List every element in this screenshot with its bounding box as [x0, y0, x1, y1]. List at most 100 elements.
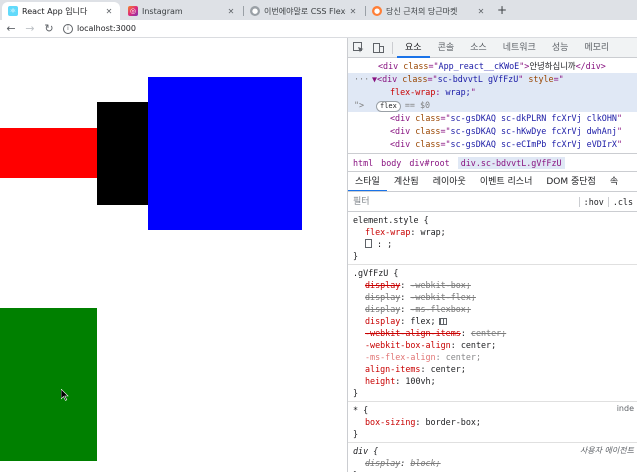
declaration-overridden[interactable]: display: -ms-flexbox; — [353, 303, 637, 315]
instagram-icon: ◎ — [128, 6, 138, 16]
tree-node[interactable]: <div class="sc-gsDKAQ sc-eCImPb fcXrVj e… — [348, 138, 637, 151]
black-box — [97, 102, 148, 205]
url-text: localhost:3000 — [77, 24, 136, 33]
styles-filter-input[interactable] — [348, 193, 579, 210]
rule-selector[interactable]: * { — [353, 404, 637, 416]
tree-node[interactable]: <div class="sc-gsDKAQ sc-hKwDye fcXrVj d… — [348, 125, 637, 138]
close-icon[interactable]: ✕ — [226, 7, 236, 16]
inline-style-value: wrap; — [445, 87, 471, 97]
prop-name: display — [365, 292, 401, 302]
prop-name: -webkit-align-items — [365, 328, 461, 338]
flex-badge[interactable]: flex — [376, 101, 401, 112]
toolbar-divider — [392, 41, 393, 54]
tab-network[interactable]: 네트워크 — [495, 38, 544, 58]
rule-universal: inde * { box-sizing: border-box; } — [348, 402, 637, 443]
declaration[interactable]: height: 100vh; — [353, 375, 637, 387]
prop-value: -ms-flexbox; — [410, 304, 471, 314]
breadcrumb-body[interactable]: body — [381, 158, 401, 168]
prop-value: 100vh; — [405, 376, 436, 386]
node-text: 안녕하십니까 — [529, 61, 576, 71]
new-tab-button[interactable]: + — [495, 3, 509, 17]
tab-properties[interactable]: 속 — [603, 172, 625, 191]
address-bar[interactable]: i localhost:3000 — [63, 21, 136, 37]
close-icon[interactable]: ✕ — [476, 7, 486, 16]
close-icon[interactable]: ✕ — [104, 7, 114, 16]
tree-node[interactable]: <div class="App_react__cKWoE">안녕하십니까</di… — [348, 60, 637, 73]
tab-title: 당신 근처의 당근마켓 — [386, 6, 458, 16]
prop-name: display — [365, 316, 401, 326]
tab-computed[interactable]: 계산됨 — [387, 172, 426, 191]
prop-name: box-sizing — [365, 417, 416, 427]
inspect-element-icon[interactable] — [348, 38, 368, 58]
forward-arrow-icon[interactable]: → — [22, 21, 38, 37]
tree-node[interactable]: <div class="sc-gsDKAQ sc-dkPLRN fcXrVj c… — [348, 112, 637, 125]
elements-tree: <div class="App_react__cKWoE">안녕하십니까</di… — [348, 58, 637, 154]
rule-close: } — [353, 388, 359, 398]
tab-dom-breakpoints[interactable]: DOM 중단점 — [539, 172, 602, 191]
info-icon[interactable]: i — [63, 23, 73, 34]
declaration[interactable]: flex-wrap: wrap; — [353, 226, 637, 238]
back-arrow-icon[interactable]: ← — [3, 21, 19, 37]
styles-pane-tabs: 스타일 계산됨 레이아웃 이벤트 리스너 DOM 중단점 속 — [348, 172, 637, 192]
tab-sources[interactable]: 소스 — [462, 38, 495, 58]
devtools-toolbar: 요소 콘솔 소스 네트워크 성능 메모리 — [348, 38, 637, 58]
declaration-inactive[interactable]: -ms-flex-align: center; — [353, 351, 637, 363]
styles-filter-bar: :hov .cls — [348, 192, 637, 212]
device-toggle-icon[interactable] — [368, 38, 388, 58]
tab-css-flex-article[interactable]: ● 이번에야말로 CSS Flex를 익혀보자 ✕ — [244, 2, 364, 20]
reload-icon[interactable]: ↻ — [41, 21, 57, 37]
prop-name: display — [365, 304, 401, 314]
attr-name: class — [403, 61, 429, 71]
declaration[interactable]: -webkit-box-align: center; — [353, 339, 637, 351]
tab-title: 이번에야말로 CSS Flex를 익혀보자 — [264, 6, 346, 16]
tab-console[interactable]: 콘솔 — [430, 38, 463, 58]
prop-value: block; — [410, 458, 441, 468]
tab-styles[interactable]: 스타일 — [348, 172, 387, 191]
prop-name: align-items — [365, 364, 421, 374]
declaration[interactable]: display: flex; — [353, 315, 637, 327]
blue-box — [148, 77, 302, 230]
prop-value: center; — [460, 340, 497, 350]
breadcrumb-selected[interactable]: div.sc-bdvvtL.gVfFzU — [457, 156, 565, 169]
declaration-overridden[interactable]: -webkit-align-items: center; — [353, 327, 637, 339]
prop-value: flex; — [410, 316, 436, 326]
tab-layout[interactable]: 레이아웃 — [426, 172, 473, 191]
tree-node-selected[interactable]: ··· ▼<div class="sc-bdvvtL gVfFzU" style=… — [348, 73, 637, 86]
declaration-overridden[interactable]: display: -webkit-box; — [353, 279, 637, 291]
new-declaration-editor[interactable]: : ; — [353, 238, 637, 250]
tab-memory[interactable]: 메모리 — [576, 38, 617, 58]
tab-instagram[interactable]: ◎ Instagram ✕ — [122, 2, 242, 20]
devtools-panel: 요소 콘솔 소스 네트워크 성능 메모리 <div class="App_rea… — [347, 38, 637, 472]
breadcrumb-html[interactable]: html — [353, 158, 373, 168]
tab-react-app[interactable]: ⚛ React App 입니다 ✕ — [2, 2, 120, 20]
rule-source-link[interactable]: inde — [617, 404, 634, 413]
tree-node-style-line: flex-wrap: wrap;" — [348, 86, 637, 99]
rule-close: } — [353, 251, 359, 261]
rule-gvffzu: .gVfFzU { display: -webkit-box; display:… — [348, 265, 637, 402]
prop-value: -webkit-box; — [410, 280, 471, 290]
declaration[interactable]: box-sizing: border-box; — [353, 416, 637, 428]
breadcrumb-root[interactable]: div#root — [409, 158, 449, 168]
tag-name: div — [382, 74, 398, 84]
attr-value: sc-gsDKAQ sc-hKwDye fcXrVj dwhAnj — [450, 126, 617, 136]
tab-performance[interactable]: 성능 — [544, 38, 577, 58]
tab-elements[interactable]: 요소 — [397, 38, 430, 58]
close-icon[interactable]: ✕ — [348, 7, 358, 16]
declaration[interactable]: align-items: center; — [353, 363, 637, 375]
browser-tab-strip: ⚛ React App 입니다 ✕ ◎ Instagram ✕ ● 이번에야말로… — [0, 0, 637, 20]
hover-state-toggle[interactable]: :hov — [578, 196, 608, 207]
rule-selector[interactable]: element.style { — [353, 214, 637, 226]
rule-selector[interactable]: .gVfFzU { — [353, 267, 637, 279]
tab-daangn-market[interactable]: ● 당신 근처의 당근마켓 ✕ — [366, 2, 492, 20]
prop-value: wrap; — [420, 227, 446, 237]
tab-event-listeners[interactable]: 이벤트 리스너 — [473, 172, 540, 191]
rule-div-user-agent: 사용자 에이전트 div { display: block; } — [348, 443, 637, 472]
declaration-overridden[interactable]: display: block; — [353, 457, 637, 469]
attr-value: sc-gsDKAQ sc-eCImPb fcXrVj eVDIrX — [450, 139, 617, 149]
flexbox-editor-icon[interactable] — [438, 318, 447, 325]
class-toggle[interactable]: .cls — [607, 196, 637, 207]
carrot-icon: ● — [372, 6, 382, 16]
declaration-overridden[interactable]: display: -webkit-flex; — [353, 291, 637, 303]
attr-value: sc-bdvvtL gVfFzU — [437, 74, 519, 84]
green-box — [0, 308, 97, 461]
